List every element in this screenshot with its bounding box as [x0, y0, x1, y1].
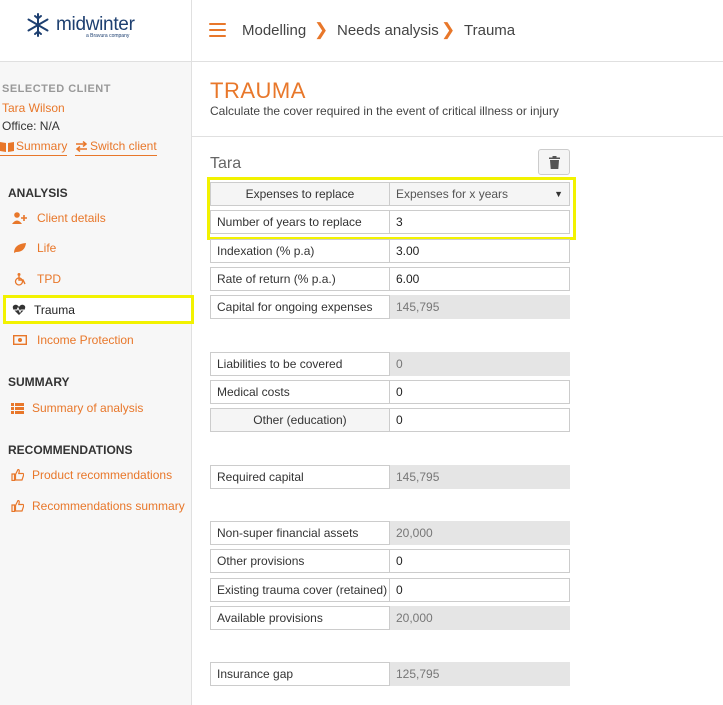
required-label: Required capital	[210, 465, 390, 489]
page-subtitle: Calculate the cover required in the even…	[210, 104, 559, 118]
analysis-heading: ANALYSIS	[8, 186, 68, 200]
summary-link-label: Summary	[16, 139, 68, 153]
available-value: 20,000	[390, 606, 570, 630]
person-name: Tara	[210, 155, 242, 172]
return-row: Rate of return (% p.a.) 6.00	[210, 267, 570, 291]
brand-sub: a Bravura company	[86, 33, 130, 39]
sidebar: midwinter a Bravura company SELECTED CLI…	[0, 0, 194, 705]
medical-row: Medical costs 0	[210, 380, 570, 404]
provisions-row: Other provisions 0	[210, 549, 570, 573]
page-title: TRAUMA	[210, 78, 306, 103]
gap-label: Insurance gap	[210, 662, 390, 686]
existing-label: Existing trauma cover (retained)	[210, 578, 390, 602]
provisions-input[interactable]: 0	[390, 549, 570, 573]
recommendations-heading: RECOMMENDATIONS	[8, 443, 133, 457]
switch-client-link[interactable]: Switch client	[75, 139, 157, 156]
nav-label: Trauma	[34, 302, 75, 317]
heartbeat-icon	[10, 303, 28, 317]
snowflake-logo-icon	[27, 13, 49, 37]
nav-label: Income Protection	[37, 333, 134, 347]
summary-heading: SUMMARY	[8, 375, 70, 389]
liabilities-label: Liabilities to be covered	[210, 352, 390, 376]
nav-label: Life	[37, 241, 57, 255]
summary-link[interactable]: Summary	[0, 139, 68, 156]
nav-item-summary-of-analysis[interactable]: Summary of analysis	[0, 396, 191, 420]
liabilities-value: 0	[390, 352, 570, 376]
delete-button[interactable]	[538, 149, 570, 175]
nav-label: TPD	[37, 272, 61, 286]
book-icon	[0, 141, 14, 152]
other-row: Other (education) 0	[210, 408, 570, 432]
thumbs-up-icon	[8, 499, 26, 513]
nav-label: Client details	[37, 211, 106, 225]
indexation-row: Indexation (% p.a) 3.00	[210, 239, 570, 263]
client-name[interactable]: Tara Wilson	[2, 101, 65, 115]
nav-item-recommendations-summary[interactable]: Recommendations summary	[0, 494, 191, 518]
return-label: Rate of return (% p.a.)	[210, 267, 390, 291]
logo-area: midwinter a Bravura company	[0, 0, 191, 62]
top-bar: Modelling ❯ Needs analysis ❯ Trauma	[192, 0, 723, 62]
nav-label: Recommendations summary	[32, 499, 185, 513]
medical-label: Medical costs	[210, 380, 390, 404]
nonsuper-row: Non-super financial assets 20,000	[210, 521, 570, 545]
selected-client-label: SELECTED CLIENT	[2, 83, 111, 95]
switch-icon	[75, 140, 88, 152]
nav-item-trauma[interactable]: Trauma	[3, 295, 194, 324]
nav-label: Product recommendations	[32, 468, 173, 482]
money-icon	[11, 333, 29, 347]
nav-item-product-recommendations[interactable]: Product recommendations	[0, 463, 191, 487]
indexation-input[interactable]: 3.00	[390, 239, 570, 263]
wheelchair-icon	[11, 272, 29, 286]
nav-item-tpd[interactable]: TPD	[0, 267, 191, 291]
nav-label: Summary of analysis	[32, 401, 144, 415]
gap-value: 125,795	[390, 662, 570, 686]
gap-row: Insurance gap 125,795	[210, 662, 570, 686]
chevron-right-icon: ❯	[314, 20, 329, 39]
nonsuper-label: Non-super financial assets	[210, 521, 390, 545]
switch-client-label: Switch client	[90, 139, 157, 153]
add-user-icon	[11, 211, 29, 225]
thumbs-up-icon	[8, 468, 26, 482]
nav-item-life[interactable]: Life	[0, 236, 191, 260]
divider	[192, 136, 723, 137]
capital-value: 145,795	[390, 295, 570, 319]
liabilities-row: Liabilities to be covered 0	[210, 352, 570, 376]
breadcrumb-needs-analysis[interactable]: Needs analysis	[337, 22, 439, 39]
hamburger-menu-icon[interactable]	[209, 23, 226, 37]
highlight-box	[207, 177, 576, 240]
provisions-label: Other provisions	[210, 549, 390, 573]
existing-input[interactable]: 0	[390, 578, 570, 602]
indexation-label: Indexation (% p.a)	[210, 239, 390, 263]
list-icon	[8, 401, 26, 415]
available-row: Available provisions 20,000	[210, 606, 570, 630]
other-label[interactable]: Other (education)	[210, 408, 390, 432]
breadcrumb-modelling[interactable]: Modelling	[242, 22, 306, 39]
existing-row: Existing trauma cover (retained) 0	[210, 578, 570, 602]
chevron-right-icon: ❯	[441, 20, 456, 39]
nav-item-income-protection[interactable]: Income Protection	[0, 328, 191, 352]
return-input[interactable]: 6.00	[390, 267, 570, 291]
client-office: Office: N/A	[2, 119, 60, 133]
required-value: 145,795	[390, 465, 570, 489]
capital-label: Capital for ongoing expenses	[210, 295, 390, 319]
available-label: Available provisions	[210, 606, 390, 630]
required-row: Required capital 145,795	[210, 465, 570, 489]
nonsuper-value: 20,000	[390, 521, 570, 545]
nav-item-client-details[interactable]: Client details	[0, 206, 191, 230]
medical-input[interactable]: 0	[390, 380, 570, 404]
breadcrumb-trauma: Trauma	[464, 22, 516, 39]
other-input[interactable]: 0	[390, 408, 570, 432]
leaf-icon	[11, 241, 29, 255]
trash-icon	[548, 155, 560, 169]
capital-row: Capital for ongoing expenses 145,795	[210, 295, 570, 319]
